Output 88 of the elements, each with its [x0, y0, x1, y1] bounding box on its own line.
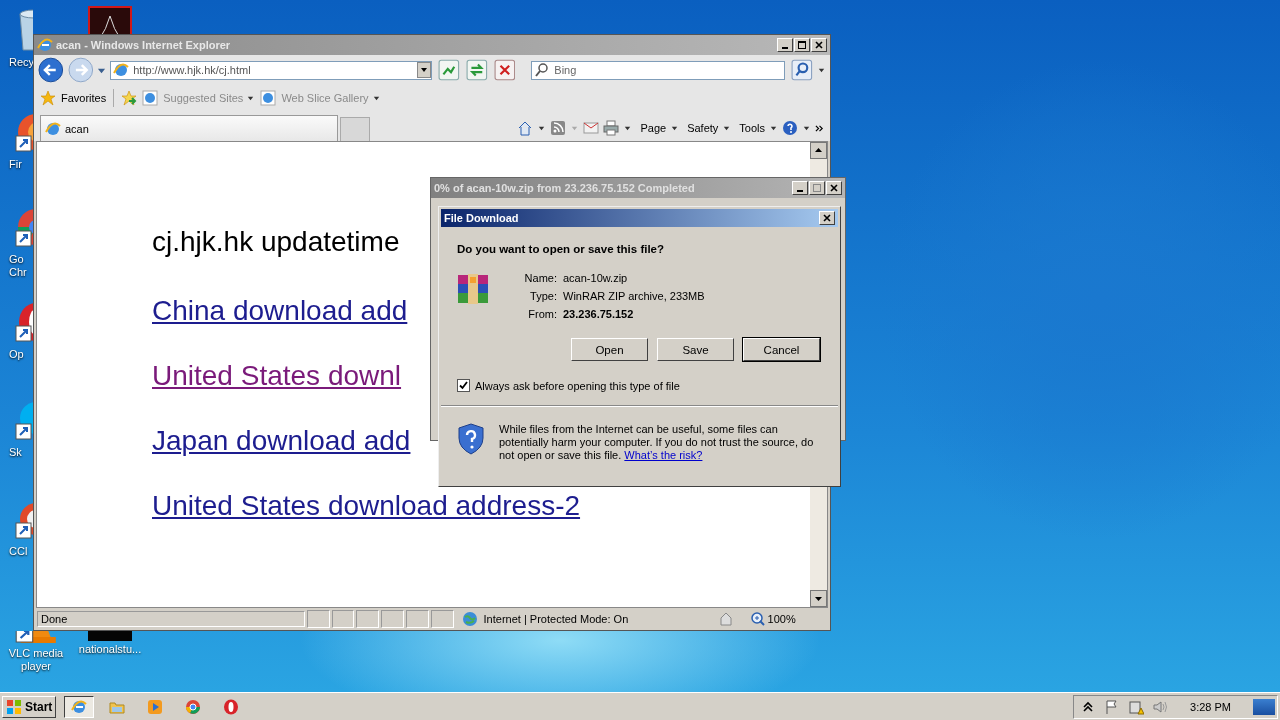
close-button[interactable] — [819, 211, 835, 225]
favorites-star-icon[interactable] — [40, 90, 56, 106]
status-text: Done — [37, 611, 305, 627]
minimize-icon — [797, 190, 803, 192]
command-menu[interactable]: Page — [640, 122, 667, 134]
command-menu[interactable]: Safety — [687, 122, 719, 134]
dialog-question: Do you want to open or save this file? — [457, 243, 666, 255]
dialog-button[interactable]: Open — [571, 338, 648, 361]
field-label: Type: — [529, 290, 557, 302]
chevron-icon[interactable] — [815, 123, 824, 133]
status-pane — [405, 610, 429, 628]
desktop-icon-label[interactable]: Op — [9, 348, 24, 361]
scroll-up-icon[interactable] — [810, 142, 827, 159]
risk-link[interactable]: What’s the risk? — [624, 449, 703, 461]
minimize-button[interactable] — [792, 181, 808, 195]
desktop-icon-label[interactable]: Sk — [9, 446, 22, 459]
field-label: Name: — [523, 272, 557, 284]
close-button[interactable] — [811, 38, 827, 52]
maximize-icon — [812, 183, 822, 193]
checkbox-label[interactable]: Always ask before opening this type of file — [475, 379, 680, 392]
favorites-button[interactable]: Favorites — [61, 92, 107, 104]
desktop-icon-label[interactable]: Fir — [9, 158, 22, 171]
winrar-archive-icon — [457, 273, 489, 305]
close-button[interactable] — [826, 181, 842, 195]
help-icon[interactable] — [782, 120, 798, 136]
security-zone-indicator[interactable]: Internet | Protected Mode: On — [479, 613, 716, 625]
ie-icon — [71, 698, 88, 715]
status-pane — [306, 610, 330, 628]
globe-icon — [461, 611, 478, 627]
download-link[interactable]: China download add — [152, 295, 408, 327]
maximize-button[interactable] — [794, 38, 810, 52]
field-value: WinRAR ZIP archive, 233MB — [563, 290, 705, 302]
minimize-icon — [782, 47, 788, 49]
browser-tab[interactable]: acan — [65, 122, 89, 135]
minimize-button[interactable] — [777, 38, 793, 52]
close-icon — [822, 213, 832, 223]
page-icon — [113, 62, 130, 78]
dialog-title: File Download — [444, 212, 520, 224]
media-player-icon — [147, 698, 164, 715]
start-button[interactable]: Start — [2, 695, 57, 718]
back-button[interactable] — [38, 57, 64, 83]
windows-logo-icon — [6, 698, 22, 715]
zoom-icon[interactable] — [749, 611, 766, 627]
mail-icon[interactable] — [583, 120, 600, 136]
window-title: acan - Windows Internet Explorer — [56, 39, 232, 51]
search-field[interactable]: Bing — [531, 60, 786, 80]
document-icon[interactable] — [88, 6, 132, 34]
compatibility-view-icon[interactable] — [438, 59, 460, 81]
field-value: 23.236.75.152 — [563, 308, 634, 320]
clock[interactable]: 3:28 PM — [1190, 700, 1231, 713]
status-pane — [430, 610, 454, 628]
stop-icon[interactable] — [493, 59, 516, 81]
page-heading: cj.hjk.hk updatetime — [152, 226, 400, 258]
maximize-icon — [797, 40, 807, 50]
status-pane — [331, 610, 355, 628]
scroll-down-icon[interactable] — [810, 590, 827, 607]
command-menu[interactable]: Tools — [739, 122, 765, 134]
download-link[interactable]: Japan download add — [152, 425, 411, 457]
print-icon[interactable] — [603, 120, 620, 136]
desktop-icon-label[interactable]: Go Chr — [9, 253, 27, 279]
taskbar-button[interactable] — [64, 695, 95, 718]
window-title: 0% of acan-10w.zip from 23.236.75.152 Completed — [434, 182, 696, 194]
maximize-button[interactable] — [809, 181, 825, 195]
ie-logo-icon — [37, 37, 53, 53]
status-pane — [381, 610, 404, 628]
warning-text: While files from the Internet can be useful, some files can potentially harm your computer. If you do not trust the source, do not open or save this file. What’s the risk? — [499, 423, 815, 462]
home-icon[interactable] — [517, 120, 534, 136]
network-warning-icon[interactable] — [1128, 698, 1145, 715]
refresh-icon[interactable] — [466, 59, 488, 81]
checkbox[interactable] — [457, 379, 470, 392]
search-button[interactable] — [791, 59, 813, 81]
field-label: From: — [527, 308, 557, 320]
field-value: acan-10w.zip — [563, 272, 628, 284]
download-link[interactable]: United States downl — [152, 360, 402, 392]
dialog-button[interactable]: Cancel — [743, 338, 820, 361]
add-favorites-icon[interactable] — [121, 90, 138, 106]
show-desktop-button[interactable] — [1253, 698, 1275, 715]
web-page-icon[interactable] — [142, 90, 159, 106]
zoom-level-button[interactable]: 100% — [767, 613, 827, 625]
security-shield-icon — [457, 423, 485, 455]
dropdown-button[interactable] — [417, 62, 432, 78]
page-icon — [45, 120, 61, 137]
desktop-icon-label[interactable]: Recy — [9, 56, 35, 69]
dialog-button[interactable]: Save — [657, 338, 734, 361]
close-icon — [829, 183, 839, 193]
close-icon — [814, 40, 824, 50]
status-pane — [356, 610, 380, 628]
download-link[interactable]: United States download address-2 — [152, 490, 581, 522]
